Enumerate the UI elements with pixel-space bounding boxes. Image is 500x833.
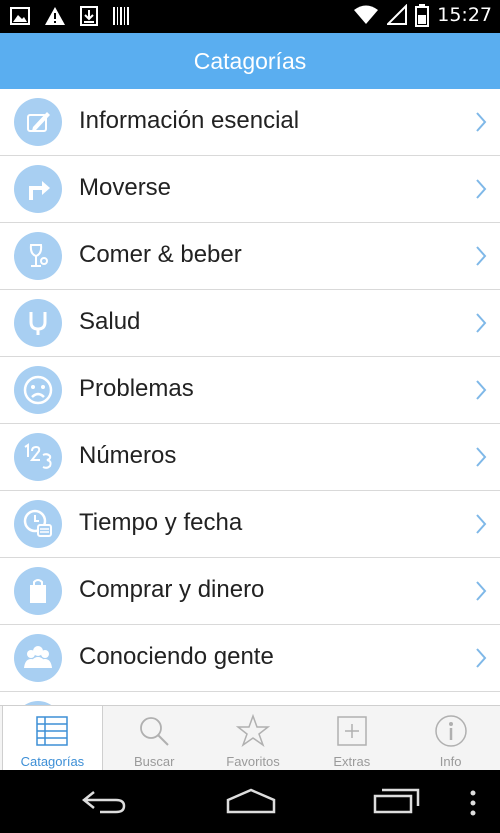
chevron-right-icon bbox=[476, 581, 487, 601]
chevron-right-icon bbox=[476, 514, 487, 534]
category-row-numeros[interactable]: Números bbox=[0, 424, 500, 491]
category-row-moverse[interactable]: Moverse bbox=[0, 156, 500, 223]
category-row-informacion-esencial[interactable]: Información esencial bbox=[0, 89, 500, 156]
clock-calendar-icon bbox=[14, 500, 62, 548]
tab-label: Info bbox=[439, 754, 462, 769]
warning-icon bbox=[45, 7, 65, 25]
star-icon bbox=[235, 714, 270, 747]
category-list: Información esencial Moverse Comer & beb… bbox=[0, 89, 500, 705]
tab-buscar[interactable]: Buscar bbox=[105, 706, 204, 771]
download-icon bbox=[80, 6, 98, 26]
back-icon[interactable] bbox=[80, 788, 128, 816]
tab-label: Buscar bbox=[133, 754, 175, 769]
recent-apps-icon[interactable] bbox=[372, 786, 422, 816]
page-title: Catagorías bbox=[0, 33, 500, 89]
shopping-bag-icon bbox=[14, 567, 62, 615]
sad-face-icon bbox=[14, 366, 62, 414]
category-label: Problemas bbox=[79, 375, 194, 402]
chevron-right-icon bbox=[476, 380, 487, 400]
tab-bar: Catagorías Buscar Favoritos Extras Info bbox=[0, 705, 500, 771]
chevron-right-icon bbox=[476, 648, 487, 668]
status-bar: 15:27 bbox=[0, 0, 500, 33]
category-row-salud[interactable]: Salud bbox=[0, 290, 500, 357]
stethoscope-icon bbox=[14, 299, 62, 347]
list-icon bbox=[36, 716, 69, 746]
category-label: Comprar y dinero bbox=[79, 576, 265, 603]
people-icon bbox=[14, 634, 62, 682]
barcode-icon bbox=[113, 7, 129, 25]
home-icon[interactable] bbox=[226, 786, 276, 816]
tab-label: Extras bbox=[333, 754, 371, 769]
category-label: Números bbox=[79, 442, 177, 469]
tab-extras[interactable]: Extras bbox=[302, 706, 401, 771]
category-label: Moverse bbox=[79, 174, 172, 201]
category-row-comprar-dinero[interactable]: Comprar y dinero bbox=[0, 558, 500, 625]
tab-label: Favoritos bbox=[226, 754, 280, 769]
tab-label: Catagorías bbox=[20, 754, 85, 769]
chevron-right-icon bbox=[476, 246, 487, 266]
wifi-icon bbox=[354, 5, 379, 24]
category-row-conociendo-gente[interactable]: Conociendo gente bbox=[0, 625, 500, 692]
search-icon bbox=[140, 717, 169, 746]
category-label: Conociendo gente bbox=[79, 643, 274, 670]
category-label: Salud bbox=[79, 308, 141, 335]
status-time: 15:27 bbox=[437, 4, 492, 26]
info-icon bbox=[434, 715, 467, 747]
plus-box-icon bbox=[337, 716, 367, 746]
turn-arrow-icon bbox=[14, 165, 62, 213]
category-row-partial[interactable] bbox=[0, 692, 500, 705]
tab-catagorias[interactable]: Catagorías bbox=[2, 706, 103, 771]
signal-icon bbox=[387, 4, 408, 25]
pen-note-icon bbox=[14, 98, 62, 146]
menu-dots-icon[interactable] bbox=[468, 790, 478, 816]
category-row-comer-beber[interactable]: Comer & beber bbox=[0, 223, 500, 290]
chevron-right-icon bbox=[476, 313, 487, 333]
wine-glass-icon bbox=[14, 232, 62, 280]
chevron-right-icon bbox=[476, 112, 487, 132]
tab-info[interactable]: Info bbox=[401, 706, 500, 771]
category-label: Comer & beber bbox=[79, 241, 242, 268]
chevron-right-icon bbox=[476, 447, 487, 467]
category-row-problemas[interactable]: Problemas bbox=[0, 357, 500, 424]
tab-favoritos[interactable]: Favoritos bbox=[204, 706, 303, 771]
numbers-icon bbox=[14, 433, 62, 481]
battery-icon bbox=[415, 4, 430, 27]
category-label: Información esencial bbox=[79, 107, 300, 134]
chevron-right-icon bbox=[476, 179, 487, 199]
category-row-tiempo-fecha[interactable]: Tiempo y fecha bbox=[0, 491, 500, 558]
system-nav-bar bbox=[0, 770, 500, 833]
category-label: Tiempo y fecha bbox=[79, 509, 243, 536]
image-icon bbox=[10, 7, 30, 25]
